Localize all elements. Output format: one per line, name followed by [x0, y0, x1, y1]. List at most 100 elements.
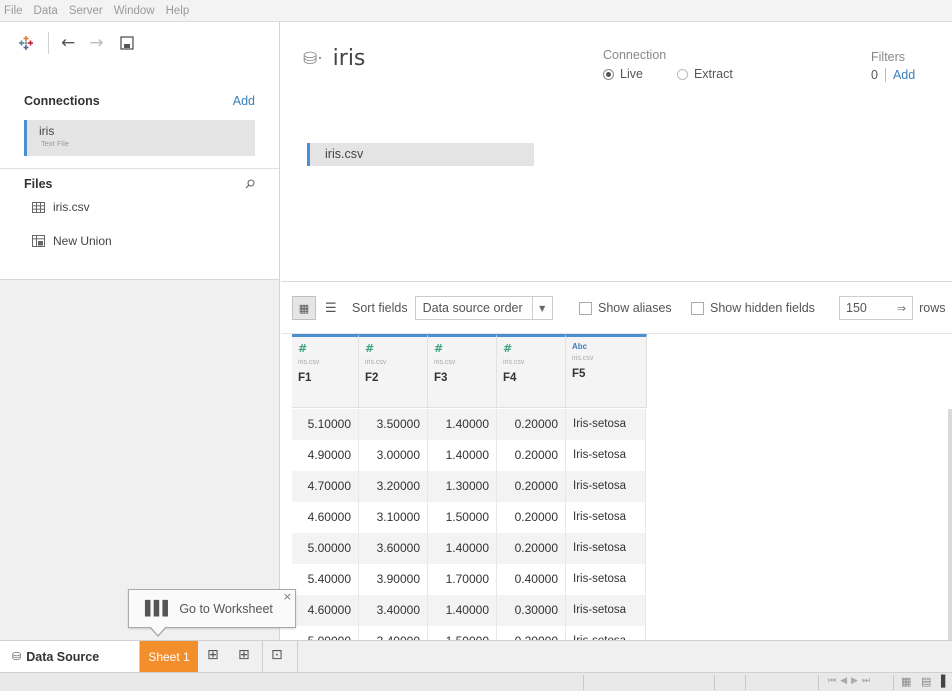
number-type-icon[interactable]: #	[434, 342, 496, 355]
show-sheet-sorter-icon[interactable]: ▦	[901, 675, 911, 688]
file-item-new-union[interactable]: New Union	[0, 234, 279, 248]
column-source: iris.csv	[365, 359, 387, 366]
table-cell: 5.10000	[292, 409, 359, 440]
table-cell: 1.50000	[428, 502, 497, 533]
table-cell: 1.50000	[428, 626, 497, 640]
show-hidden-toggle[interactable]: Show hidden fields	[691, 296, 815, 320]
menu-file[interactable]: File	[4, 5, 23, 17]
show-aliases-checkbox[interactable]	[579, 301, 592, 315]
new-story-icon[interactable]: ⊡	[271, 647, 283, 663]
filters-label: Filters	[871, 50, 906, 64]
menu-bar: File Data Server Window Help	[0, 0, 952, 22]
vertical-scrollbar[interactable]	[948, 409, 952, 640]
connections-title: Connections	[24, 94, 100, 108]
string-type-icon[interactable]: Abc	[572, 342, 646, 351]
apply-arrow-icon[interactable]: ⇒	[897, 302, 906, 315]
go-to-worksheet-tooltip[interactable]: ▌▌▌ Go to Worksheet ×	[128, 589, 296, 628]
radio-extract[interactable]: Extract	[676, 67, 733, 81]
toolbar-divider	[48, 32, 49, 54]
column-header-f5[interactable]: Abc iris.csv F5	[566, 334, 647, 408]
status-divider	[893, 675, 894, 690]
number-type-icon[interactable]: #	[298, 342, 358, 355]
canvas-table-iris-csv[interactable]: iris.csv	[307, 143, 534, 166]
connection-item-iris[interactable]: iris Text File	[24, 120, 255, 156]
view-controls: ▦ ☰	[292, 296, 337, 320]
connection-mode: Connection Live Extract	[603, 48, 767, 81]
column-header-f2[interactable]: # iris.csv F2	[359, 334, 428, 408]
show-aliases-label: Show aliases	[598, 301, 672, 315]
status-divider	[818, 675, 819, 690]
table-cell: 1.30000	[428, 471, 497, 502]
table-cell: 3.90000	[359, 564, 428, 595]
tab-data-source[interactable]: ⛁ Data Source	[0, 641, 140, 672]
left-panel: ← → Connections Add iris Text File Files	[0, 22, 280, 640]
show-aliases-toggle[interactable]: Show aliases	[579, 296, 672, 320]
datasource-title[interactable]: iris	[333, 46, 366, 71]
table-cell: 5.40000	[292, 564, 359, 595]
table-cell: 0.20000	[497, 626, 566, 640]
grid-view-icon[interactable]: ▦	[292, 296, 316, 320]
section-divider	[0, 168, 279, 169]
sheet-navigation-icons[interactable]: ⏮◀▶⏭	[828, 676, 874, 686]
database-icon[interactable]: ⛁·	[303, 49, 323, 69]
column-header-f1[interactable]: # iris.csv F1	[292, 334, 359, 408]
table-cell: 1.70000	[428, 564, 497, 595]
table-cell: 4.70000	[292, 471, 359, 502]
number-type-icon[interactable]: #	[503, 342, 565, 355]
back-arrow-icon[interactable]: ←	[61, 33, 75, 53]
table-cell: Iris-setosa	[566, 471, 646, 502]
left-panel-top: ← → Connections Add iris Text File Files	[0, 22, 279, 280]
table-row: 4.60000 3.40000 1.40000 0.30000 Iris-setosa	[292, 595, 646, 626]
show-tabs-icon[interactable]: ▌	[941, 675, 949, 688]
table-cell: 3.40000	[359, 595, 428, 626]
number-type-icon[interactable]: #	[365, 342, 427, 355]
sort-fields-dropdown[interactable]: Data source order ▼	[414, 296, 553, 320]
column-name: F1	[298, 372, 312, 384]
chevron-down-icon: ▼	[531, 297, 552, 319]
column-name: F2	[365, 372, 379, 384]
rows-input[interactable]: 150 ⇒	[839, 296, 914, 320]
tab-divider	[262, 641, 263, 672]
file-item-iris-csv[interactable]: iris.csv	[0, 200, 279, 214]
table-cell: 0.30000	[497, 595, 566, 626]
tab-data-source-label: Data Source	[26, 649, 100, 664]
table-cell: Iris-setosa	[566, 595, 646, 626]
forward-arrow-icon[interactable]: →	[89, 33, 103, 53]
new-worksheet-icon[interactable]: ⊞	[207, 647, 219, 663]
new-dashboard-icon[interactable]: ⊞	[238, 647, 250, 663]
menu-window[interactable]: Window	[114, 5, 155, 17]
radio-live[interactable]: Live	[603, 67, 643, 81]
filters-count: 0	[871, 68, 878, 82]
menu-server[interactable]: Server	[69, 5, 103, 17]
table-row: 5.10000 3.50000 1.40000 0.20000 Iris-setosa	[292, 409, 646, 440]
tableau-logo-icon[interactable]	[18, 35, 34, 51]
column-source: iris.csv	[434, 359, 456, 366]
column-header-f4[interactable]: # iris.csv F4	[497, 334, 566, 408]
tab-divider	[297, 641, 298, 672]
column-header-f3[interactable]: # iris.csv F3	[428, 334, 497, 408]
menu-data[interactable]: Data	[34, 5, 58, 17]
show-hidden-checkbox[interactable]	[691, 301, 704, 315]
add-filter-link[interactable]: Add	[893, 68, 915, 82]
top-toolbar: ← →	[0, 22, 279, 64]
table-row: 5.00000 3.60000 1.40000 0.20000 Iris-setosa	[292, 533, 646, 564]
search-icon[interactable]	[245, 179, 255, 189]
table-cell: Iris-setosa	[566, 440, 646, 471]
show-filmstrip-icon[interactable]: ▤	[921, 675, 931, 688]
table-cell: 3.40000	[359, 626, 428, 640]
close-icon[interactable]: ×	[283, 590, 292, 603]
radio-unselected-icon	[676, 68, 688, 80]
table-cell: 4.90000	[292, 440, 359, 471]
radio-selected-icon	[603, 68, 614, 80]
menu-help[interactable]: Help	[166, 5, 190, 17]
union-icon	[32, 235, 45, 247]
connection-label: Connection	[603, 48, 667, 62]
grid-toolbar: ▦ ☰ Sort fields Data source order ▼ Show…	[281, 281, 952, 334]
file-name: iris.csv	[53, 200, 90, 214]
list-view-icon[interactable]: ☰	[325, 301, 337, 316]
table-cell: 3.60000	[359, 533, 428, 564]
add-connection-link[interactable]: Add	[233, 94, 255, 108]
save-icon[interactable]	[119, 36, 134, 50]
tab-sheet-1[interactable]: Sheet 1	[140, 641, 198, 672]
database-icon: ⛁	[12, 650, 22, 663]
